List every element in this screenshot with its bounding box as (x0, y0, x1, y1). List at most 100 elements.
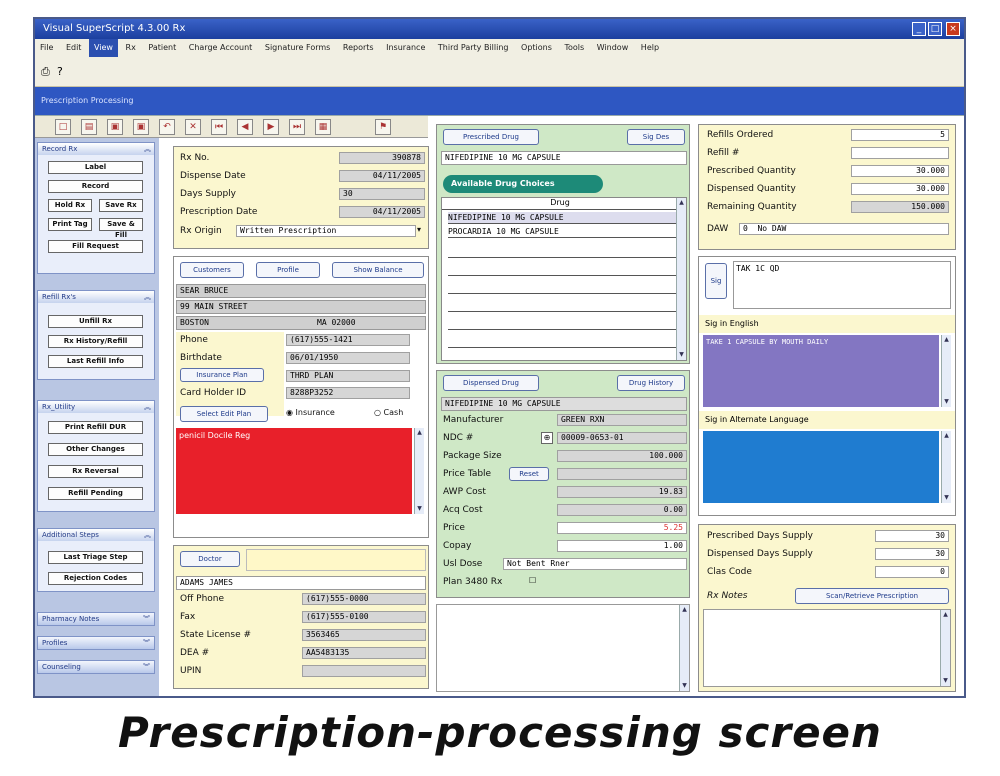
list-item[interactable] (448, 246, 686, 258)
record-button[interactable]: Record (48, 180, 143, 193)
label-button[interactable]: Label (48, 161, 143, 174)
sig-button[interactable]: Sig (705, 263, 727, 299)
hold-rx-button[interactable]: Hold Rx (48, 199, 92, 212)
maximize-button[interactable]: □ (928, 22, 942, 36)
drug-list-scrollbar[interactable]: ▲ ▼ (676, 198, 686, 360)
rx-notes-scrollbar[interactable]: ▲ ▼ (940, 610, 950, 686)
nav-group-header[interactable]: Record Rx ︽ (38, 143, 154, 155)
sig-code-field[interactable]: TAK 1C QD (733, 261, 951, 309)
menu-third-party-billing[interactable]: Third Party Billing (433, 39, 514, 57)
select-edit-plan-button[interactable]: Select Edit Plan (180, 406, 268, 422)
birthdate-field[interactable]: 06/01/1950 (286, 352, 410, 364)
rx-number-field[interactable]: 390878 (339, 152, 425, 164)
profile-button[interactable]: Profile (256, 262, 320, 278)
daw-select[interactable]: 0 No DAW (739, 223, 949, 235)
menu-insurance[interactable]: Insurance (381, 39, 430, 57)
menu-patient[interactable]: Patient (143, 39, 181, 57)
upin-field[interactable] (302, 665, 426, 677)
grid-icon[interactable]: ▦ (315, 119, 331, 135)
price-field[interactable]: 5.25 (557, 522, 687, 534)
dispensed-drug-button[interactable]: Dispensed Drug (443, 375, 539, 391)
printer-icon[interactable]: ⎙ (41, 65, 50, 79)
manufacturer-field[interactable]: GREEN RXN (557, 414, 687, 426)
help-icon[interactable]: ? (57, 65, 63, 78)
doctor-button[interactable]: Doctor (180, 551, 240, 567)
save-rx-button[interactable]: Save Rx (99, 199, 143, 212)
menu-file[interactable]: File (35, 39, 58, 57)
print-refill-dur-button[interactable]: Print Refill DUR (48, 421, 143, 434)
rejection-codes-button[interactable]: Rejection Codes (48, 572, 143, 585)
close-button[interactable]: × (946, 22, 960, 36)
nav-profiles[interactable]: Profiles ︾ (37, 636, 155, 650)
customers-button[interactable]: Customers (180, 262, 244, 278)
delete-icon[interactable]: ✕ (185, 119, 201, 135)
last-icon[interactable]: ⏭ (289, 119, 305, 135)
next-icon[interactable]: ▶ (263, 119, 279, 135)
ndc-field[interactable]: 00009-0653-01 (557, 432, 687, 444)
copay-field[interactable]: 1.00 (557, 540, 687, 552)
prescribed-drug-button[interactable]: Prescribed Drug (443, 129, 539, 145)
menu-reports[interactable]: Reports (338, 39, 379, 57)
sig-english-field[interactable]: TAKE 1 CAPSULE BY MOUTH DAILY (703, 335, 939, 407)
flag-icon[interactable]: ⚑ (375, 119, 391, 135)
list-item[interactable] (448, 282, 686, 294)
days-supply-field[interactable]: 30 (339, 188, 425, 200)
rx-origin-select[interactable]: Written Prescription (236, 225, 416, 237)
nav-group-header[interactable]: Additional Steps ︽ (38, 529, 154, 541)
nav-pharmacy-notes[interactable]: Pharmacy Notes ︾ (37, 612, 155, 626)
nav-counseling[interactable]: Counseling ︾ (37, 660, 155, 674)
save-icon[interactable]: ▣ (107, 119, 123, 135)
drug-choices-tab[interactable]: Available Drug Choices (443, 175, 603, 193)
list-item[interactable] (448, 336, 686, 348)
minimize-button[interactable]: _ (912, 22, 926, 36)
list-item[interactable] (448, 318, 686, 330)
menu-edit[interactable]: Edit (61, 39, 87, 57)
print-tag-button[interactable]: Print Tag (48, 218, 92, 231)
first-icon[interactable]: ⏮ (211, 119, 227, 135)
undo-icon[interactable]: ↶ (159, 119, 175, 135)
prescription-date-field[interactable]: 04/11/2005 (339, 206, 425, 218)
plan-checkbox[interactable]: ☐ (529, 576, 536, 585)
sig-english-scrollbar[interactable]: ▲ ▼ (941, 335, 951, 407)
open-icon[interactable]: ▤ (81, 119, 97, 135)
dispensed-notes-box[interactable]: ▲ ▼ (436, 604, 690, 692)
office-phone-field[interactable]: (617)555-0000 (302, 593, 426, 605)
refills-ordered-field[interactable]: 5 (851, 129, 949, 141)
dispense-date-field[interactable]: 04/11/2005 (339, 170, 425, 182)
list-item[interactable]: NIFEDIPINE 10 MG CAPSULE (448, 212, 686, 224)
card-holder-field[interactable]: 8288P3252 (286, 387, 410, 399)
menu-signature-forms[interactable]: Signature Forms (260, 39, 335, 57)
menu-rx[interactable]: Rx (121, 39, 141, 57)
insurance-plan-field[interactable]: THRD PLAN (286, 370, 410, 382)
fill-request-button[interactable]: Fill Request (48, 240, 143, 253)
refill-pending-button[interactable]: Refill Pending (48, 487, 143, 500)
prescribed-quantity-field[interactable]: 30.000 (851, 165, 949, 177)
fax-field[interactable]: (617)555-0100 (302, 611, 426, 623)
menu-help[interactable]: Help (636, 39, 664, 57)
nav-group-header[interactable]: Rx_Utility ︽ (38, 401, 154, 413)
drug-history-button[interactable]: Drug History (617, 375, 685, 391)
usual-dose-select[interactable]: Not Bent Rner (503, 558, 687, 570)
last-refill-info-button[interactable]: Last Refill Info (48, 355, 143, 368)
menu-options[interactable]: Options (516, 39, 557, 57)
show-balance-button[interactable]: Show Balance (332, 262, 424, 278)
price-table-field[interactable] (557, 468, 687, 480)
menu-window[interactable]: Window (592, 39, 634, 57)
menu-view[interactable]: View (88, 39, 118, 57)
chevron-down-icon[interactable]: ▾ (417, 225, 421, 234)
rx-notes-field[interactable]: ▲ ▼ (703, 609, 951, 687)
list-item[interactable]: PROCARDIA 10 MG CAPSULE (448, 226, 686, 238)
phone-field[interactable]: (617)555-1421 (286, 334, 410, 346)
unfill-rx-button[interactable]: Unfill Rx (48, 315, 143, 328)
clas-code-field[interactable]: 0 (875, 566, 949, 578)
save-fill-button[interactable]: Save & Fill (99, 218, 143, 239)
insurance-radio[interactable]: ◉ Insurance (286, 408, 335, 417)
sig-alternate-scrollbar[interactable]: ▲ ▼ (941, 431, 951, 503)
awp-cost-field[interactable]: 19.83 (557, 486, 687, 498)
doctor-search-field[interactable] (246, 549, 426, 571)
list-item[interactable] (448, 300, 686, 312)
menu-charge-account[interactable]: Charge Account (184, 39, 258, 57)
acq-cost-field[interactable]: 0.00 (557, 504, 687, 516)
dispensed-days-field[interactable]: 30 (875, 548, 949, 560)
insurance-plan-button[interactable]: Insurance Plan (180, 368, 264, 382)
